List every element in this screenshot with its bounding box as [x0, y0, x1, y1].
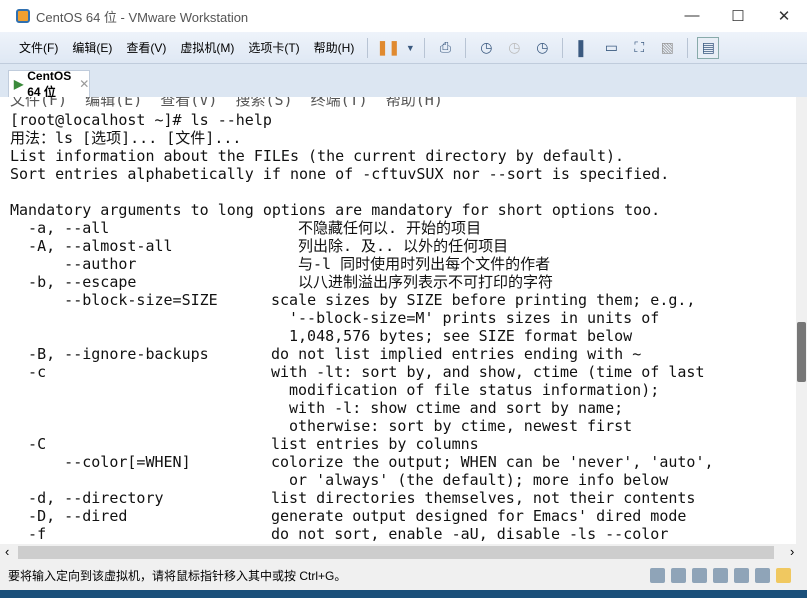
terminal-line-description: modification of file status information)… — [289, 381, 660, 399]
tab-label: CentOS 64 位 — [27, 68, 72, 99]
horizontal-scrollbar[interactable]: ‹ › — [0, 544, 807, 561]
terminal-line-description: 不隐藏任何以. 开始的项目 — [298, 219, 482, 237]
terminal-line-description: with -lt: sort by, and show, ctime (time… — [271, 363, 705, 381]
terminal-line: -f — [10, 525, 47, 543]
terminal-line-description: generate output designed for Emacs' dire… — [271, 507, 687, 525]
thumbnail-icon[interactable]: ▭ — [600, 37, 622, 59]
terminal-line: Mandatory arguments to long options are … — [10, 201, 661, 219]
clipped-terminal-menu: 文件(F) 编辑(E) 查看(V) 搜索(S) 终端(T) 帮助(H) — [10, 97, 443, 109]
terminal-line: -d, --directory — [10, 489, 164, 507]
terminal-line: Sort entries alphabetically if none of -… — [10, 165, 670, 183]
console-view-icon[interactable]: ▤ — [697, 36, 720, 59]
fullscreen-icon[interactable]: ⛶ — [628, 37, 650, 59]
vertical-scrollbar[interactable] — [796, 97, 807, 544]
menu-view[interactable]: 查看(V) — [119, 39, 173, 56]
terminal-line: --block-size=SIZE — [10, 291, 218, 309]
terminal-line: -b, --escape — [10, 273, 137, 291]
snapshot-manager-icon[interactable]: ◷ — [531, 37, 553, 59]
cd-dvd-icon[interactable] — [671, 568, 686, 583]
terminal-line-description: colorize the output; WHEN can be 'never'… — [271, 453, 714, 471]
printer-icon[interactable] — [713, 568, 728, 583]
terminal-line-description: 以八进制溢出序列表示不可打印的字符 — [298, 273, 554, 291]
menu-bar: 文件(F) 编辑(E) 查看(V) 虚拟机(M) 选项卡(T) 帮助(H) ❚❚… — [0, 32, 807, 64]
maximize-button[interactable]: ☐ — [715, 7, 761, 25]
menu-file[interactable]: 文件(F) — [12, 39, 65, 56]
terminal-line: -D, --dired — [10, 507, 128, 525]
terminal-line-description: scale sizes by SIZE before printing them… — [271, 291, 696, 309]
dropdown-icon[interactable]: ▼ — [405, 37, 415, 59]
snapshot-revert-icon[interactable]: ◷ — [503, 37, 525, 59]
menu-help[interactable]: 帮助(H) — [307, 39, 362, 56]
terminal-line: -A, --almost-all — [10, 237, 173, 255]
network-icon[interactable] — [692, 568, 707, 583]
tab-centos[interactable]: ▶ CentOS 64 位 ✕ — [8, 68, 90, 99]
scroll-left-arrow[interactable]: ‹ — [5, 544, 9, 559]
vm-icon: ▶ — [14, 77, 24, 91]
terminal-line-description: 列出除. 及.. 以外的任何项目 — [298, 237, 509, 255]
terminal-line-description: 与-l 同时使用时列出每个文件的作者 — [298, 255, 551, 273]
terminal-line: --author — [10, 255, 137, 273]
scroll-right-arrow[interactable]: › — [790, 544, 794, 559]
terminal-line: [root@localhost ~]# ls --help — [10, 111, 272, 129]
tab-close-icon[interactable]: ✕ — [79, 77, 89, 91]
snapshot-take-icon[interactable]: ◷ — [475, 37, 497, 59]
hard-disk-icon[interactable] — [650, 568, 665, 583]
terminal-line: -c — [10, 363, 47, 381]
terminal-line-description: do not list implied entries ending with … — [271, 345, 642, 363]
terminal-line-description: with -l: show ctime and sort by name; — [289, 399, 624, 417]
close-button[interactable]: ✕ — [761, 7, 807, 25]
terminal-line-description: list directories themselves, not their c… — [271, 489, 696, 507]
status-text: 要将输入定向到该虚拟机，请将鼠标指针移入其中或按 Ctrl+G。 — [8, 569, 347, 583]
menu-tabs[interactable]: 选项卡(T) — [241, 39, 306, 56]
send-ctrl-alt-del-icon[interactable]: ⎙ — [434, 37, 456, 59]
window-title: CentOS 64 位 - VMware Workstation — [36, 9, 249, 25]
terminal-line: -a, --all — [10, 219, 110, 237]
menu-vm[interactable]: 虚拟机(M) — [173, 39, 241, 56]
horizontal-scroll-thumb[interactable] — [18, 546, 774, 559]
terminal-line-description: list entries by columns — [271, 435, 479, 453]
terminal-line: List information about the FILEs (the cu… — [10, 147, 625, 165]
terminal-line-description: do not sort, enable -aU, disable -ls --c… — [271, 525, 669, 543]
vmware-app-icon — [16, 9, 30, 23]
sound-icon[interactable] — [734, 568, 749, 583]
minimize-button[interactable]: — — [669, 7, 715, 25]
terminal-line: -C — [10, 435, 47, 453]
terminal-line: 用法：ls [选项]... [文件]... — [10, 129, 242, 147]
menu-edit[interactable]: 编辑(E) — [65, 39, 119, 56]
scroll-thumb[interactable] — [797, 322, 806, 382]
terminal-line-description: '--block-size=M' prints sizes in units o… — [289, 309, 660, 327]
tab-bar: ▶ CentOS 64 位 ✕ — [0, 64, 807, 99]
status-bar: 要将输入定向到该虚拟机，请将鼠标指针移入其中或按 Ctrl+G。 — [0, 561, 807, 590]
display-icon[interactable] — [755, 568, 770, 583]
message-icon[interactable] — [776, 568, 791, 583]
vm-console-terminal[interactable]: 文件(F) 编辑(E) 查看(V) 搜索(S) 终端(T) 帮助(H) [roo… — [0, 97, 796, 544]
pause-icon[interactable]: ❚❚ — [377, 37, 400, 59]
unity-icon[interactable]: ▧ — [656, 37, 678, 59]
terminal-line-description: 1,048,576 bytes; see SIZE format below — [289, 327, 633, 345]
terminal-line-description: otherwise: sort by ctime, newest first — [289, 417, 633, 435]
sidebar-icon[interactable]: ▌ — [572, 37, 594, 59]
terminal-line: --color[=WHEN] — [10, 453, 191, 471]
terminal-line: -B, --ignore-backups — [10, 345, 209, 363]
title-bar: CentOS 64 位 - VMware Workstation — ☐ ✕ — [0, 0, 807, 32]
terminal-line-description: or 'always' (the default); more info bel… — [289, 471, 669, 489]
